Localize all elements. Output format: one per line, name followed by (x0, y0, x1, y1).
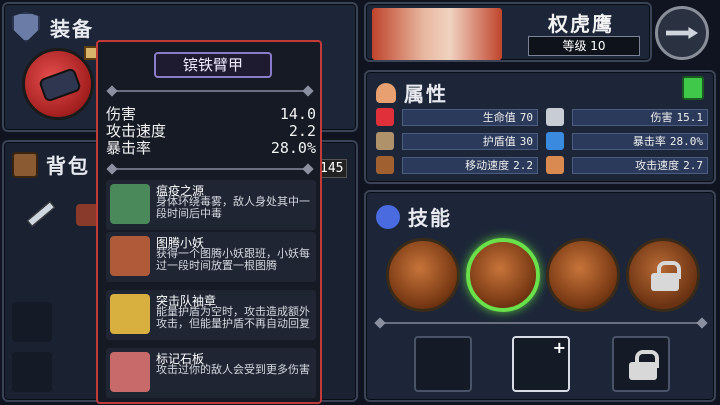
character-portrait (372, 8, 502, 60)
perk-desc: 身体环绕毒雾，敌人身处其中一段时间后中毒 (156, 195, 310, 220)
skill-punch-button[interactable]: + (512, 336, 570, 392)
stat-value: 28.0% (270, 139, 316, 157)
divider (112, 168, 308, 170)
stat-label: 护盾值 (482, 135, 516, 148)
backpack-header: 背包 (12, 150, 90, 179)
stat-value: 2.2 (513, 158, 533, 172)
shield-icon (376, 132, 394, 150)
skill-tiger[interactable] (386, 238, 460, 312)
stat-health: 生命值 70 (376, 108, 538, 126)
eye-icon (546, 132, 564, 150)
heart-icon (376, 108, 394, 126)
item-tooltip: 镔铁臂甲 伤害 14.0 攻击速度 2.2 暴击率 28.0% 瘟疫之源 身体环… (96, 40, 322, 404)
totem-icon (110, 236, 150, 276)
equipment-title: 装备 (50, 16, 94, 41)
lock-icon (629, 350, 659, 380)
potion-icon[interactable] (682, 76, 704, 100)
stat-bar: 伤害 15.1 (572, 108, 708, 126)
stat-row-attack-speed: 攻击速度 2.2 (106, 123, 316, 140)
perk-desc: 能量护盾为空时，攻击造成额外攻击，但能量护盾不再自动回复 (156, 305, 310, 330)
skill-beast[interactable] (546, 238, 620, 312)
stat-move-speed: 移动速度 2.2 (376, 156, 538, 174)
perk-mark-slate: 标记石板 攻击过你的敌人会受到更多伤害 (106, 348, 316, 398)
stat-value: 70 (519, 110, 533, 124)
stat-attack-speed: 攻击速度 2.7 (546, 156, 708, 174)
stat-row-damage: 伤害 14.0 (106, 106, 316, 123)
stat-bar: 生命值 70 (402, 108, 538, 126)
stat-value: 28.0% (669, 134, 703, 148)
skill-locked[interactable] (626, 238, 700, 312)
shield-icon (12, 12, 40, 42)
stat-label: 暴击率 (632, 135, 666, 148)
attributes-title: 属性 (404, 82, 448, 106)
sword-item-icon[interactable] (26, 201, 56, 227)
attributes-panel: 属性 生命值 70 伤害 15.1 护盾值 30 暴击率 28.0% 移动速度 (364, 70, 716, 184)
stat-value: 30 (519, 134, 533, 148)
item-name: 镔铁臂甲 (154, 52, 272, 78)
equipment-header: 装备 (12, 12, 94, 42)
stat-label: 暴击率 (106, 139, 152, 157)
lightning-icon (376, 204, 400, 229)
perk-desc: 获得一个图腾小妖跟班，小妖每过一段时间放置一根图腾 (156, 247, 310, 272)
stat-label: 伤害 (106, 105, 137, 123)
stat-label: 攻击速度 (635, 159, 680, 172)
stat-label: 攻击速度 (106, 122, 167, 140)
divider (112, 90, 308, 92)
stat-crit-rate: 暴击率 28.0% (546, 132, 708, 150)
backpack-title: 背包 (46, 154, 90, 178)
hand-mark-icon (110, 352, 150, 392)
perk-desc: 攻击过你的敌人会受到更多伤害 (156, 363, 310, 376)
skill-dash-button[interactable] (414, 336, 472, 392)
perk-totem-imp: 图腾小妖 获得一个图腾小妖跟班，小妖每过一段时间放置一根图腾 (106, 232, 316, 282)
stat-bar: 护盾值 30 (402, 132, 538, 150)
stat-label: 伤害 (650, 111, 673, 124)
character-name: 权虎鹰 (548, 12, 614, 36)
armband-icon (110, 294, 150, 334)
stat-bar: 攻击速度 2.7 (572, 156, 708, 174)
exit-button[interactable] (655, 6, 709, 60)
inventory-slot[interactable] (12, 352, 52, 392)
stat-value: 2.7 (683, 158, 703, 172)
character-level: 等级 10 (528, 36, 640, 56)
plus-icon: + (552, 338, 566, 357)
boot-icon (376, 156, 394, 174)
arrow-right-icon (666, 27, 698, 39)
stat-label: 移动速度 (465, 159, 510, 172)
fist-icon (546, 156, 564, 174)
stat-damage: 伤害 15.1 (546, 108, 708, 126)
stat-value: 14.0 (279, 105, 316, 123)
backpack-icon (12, 151, 38, 178)
sword-icon (546, 108, 564, 126)
attributes-header: 属性 (376, 78, 448, 107)
divider (380, 322, 702, 324)
lock-icon (651, 261, 681, 291)
perk-commando-armband: 突击队袖章 能量护盾为空时，攻击造成额外攻击，但能量护盾不再自动回复 (106, 290, 316, 340)
stat-shield: 护盾值 30 (376, 132, 538, 150)
stat-value: 15.1 (676, 110, 704, 124)
item-stats: 伤害 14.0 攻击速度 2.2 暴击率 28.0% (106, 106, 316, 157)
skills-title: 技能 (408, 206, 452, 230)
inventory-slot[interactable] (12, 302, 52, 342)
skill-locked-button[interactable] (612, 336, 670, 392)
stat-row-crit-rate: 暴击率 28.0% (106, 140, 316, 157)
perk-plague-source: 瘟疫之源 身体环绕毒雾，敌人身处其中一段时间后中毒 (106, 180, 316, 230)
stat-bar: 移动速度 2.2 (402, 156, 538, 174)
person-icon (376, 82, 396, 103)
skills-header: 技能 (376, 202, 452, 231)
stat-value: 2.2 (288, 122, 316, 140)
stat-bar: 暴击率 28.0% (572, 132, 708, 150)
skills-panel: 技能 + (364, 190, 716, 402)
skill-warrior-selected[interactable] (466, 238, 540, 312)
stat-label: 生命值 (482, 111, 516, 124)
character-header: 权虎鹰 等级 10 (364, 2, 652, 62)
plague-icon (110, 184, 150, 224)
